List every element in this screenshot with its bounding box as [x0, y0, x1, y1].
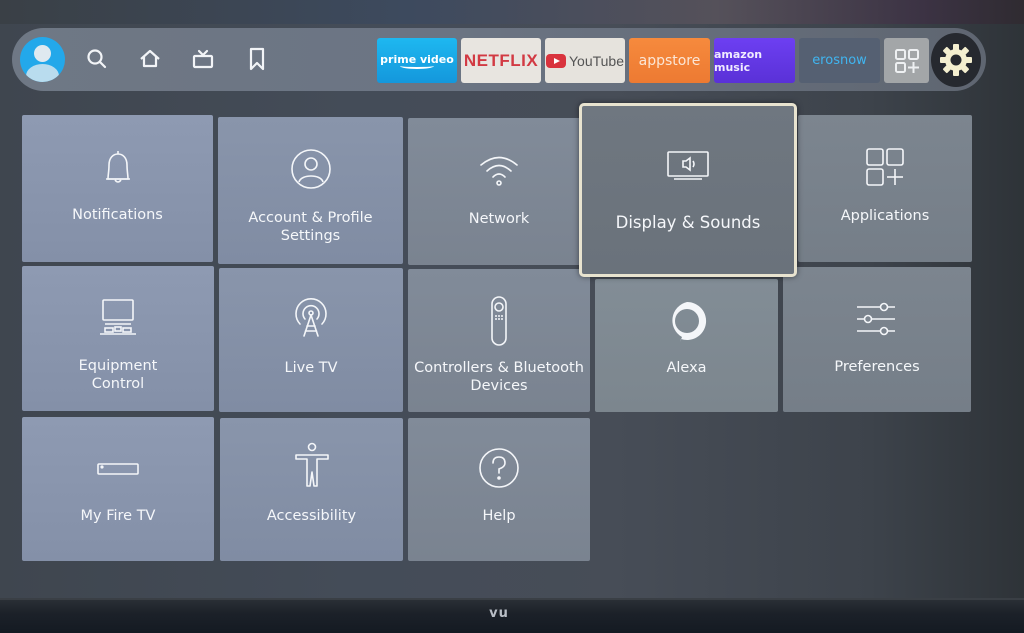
settings-tile-preferences[interactable]: Preferences	[783, 267, 971, 412]
tile-label: Controllers & Bluetooth Devices	[408, 359, 590, 395]
avatar-body	[26, 64, 59, 82]
live-tv-icon[interactable]	[190, 46, 216, 72]
app-erosnow[interactable]: erosnow	[799, 38, 880, 83]
tile-label-line2: Settings	[280, 228, 341, 244]
netflix-label: NETFLIX	[463, 50, 539, 70]
tile-label: My Fire TV	[80, 508, 156, 524]
youtube-label: YouTube	[568, 52, 624, 69]
bell-icon	[96, 145, 140, 189]
settings-tile-network[interactable]: Network	[408, 118, 590, 265]
sliders-icon	[855, 297, 899, 341]
help-icon	[477, 446, 521, 490]
tile-label: Live TV	[284, 360, 338, 376]
app-youtube[interactable]: YouTube	[545, 38, 625, 83]
tile-label: Alexa	[666, 360, 707, 376]
apps-grid-icon	[894, 48, 919, 73]
tv-speaker-icon	[663, 146, 713, 186]
tile-label-line2: Devices	[470, 378, 528, 394]
tile-label: Account & Profile Settings	[218, 209, 403, 245]
tile-label: Network	[468, 211, 530, 227]
tile-label: Display & Sounds	[615, 213, 761, 232]
app-prime-video[interactable]: prime video	[377, 38, 457, 83]
tile-label: Preferences	[834, 359, 920, 375]
user-circle-icon	[289, 147, 333, 191]
settings-tile-accessibility[interactable]: Accessibility	[220, 418, 403, 561]
avatar-head	[34, 45, 51, 62]
bookmark-icon[interactable]	[244, 46, 270, 72]
profile-avatar[interactable]	[20, 37, 65, 82]
app-appstore[interactable]: appstore	[629, 38, 710, 83]
settings-tile-controllers-bluetooth[interactable]: Controllers & Bluetooth Devices	[408, 269, 590, 412]
tile-label: Accessibility	[266, 508, 357, 524]
settings-tile-live-tv[interactable]: Live TV	[219, 268, 403, 412]
wifi-icon	[477, 148, 521, 192]
youtube-play-icon	[545, 53, 566, 68]
tile-label-line1: Account & Profile	[248, 210, 373, 226]
all-apps-button[interactable]	[884, 38, 929, 83]
settings-tile-alexa[interactable]: Alexa	[595, 279, 778, 412]
prime-smile-icon	[400, 63, 434, 69]
settings-tile-help[interactable]: Help	[408, 418, 590, 561]
gear-icon	[940, 44, 972, 76]
settings-button[interactable]	[931, 33, 981, 87]
tile-label: Equipment Control	[22, 357, 214, 393]
tile-label: Notifications	[72, 207, 163, 223]
tile-label-line1: Controllers & Bluetooth	[414, 360, 584, 376]
tile-label-line2: Control	[91, 376, 145, 392]
appstore-label: appstore	[638, 52, 701, 69]
screen-top-edge	[0, 0, 1024, 24]
search-icon[interactable]	[84, 46, 110, 72]
app-netflix[interactable]: NETFLIX	[461, 38, 541, 83]
tile-label-line1: Equipment	[78, 358, 158, 374]
settings-tile-account-profile[interactable]: Account & Profile Settings	[218, 117, 403, 264]
erosnow-label: erosnow	[812, 53, 867, 68]
settings-tile-display-sounds[interactable]: Display & Sounds	[579, 103, 797, 277]
settings-tile-equipment-control[interactable]: Equipment Control	[22, 266, 214, 411]
amazon-music-label: amazon music	[714, 47, 763, 74]
antenna-icon	[289, 296, 333, 340]
settings-tile-my-fire-tv[interactable]: My Fire TV	[22, 417, 214, 561]
remote-icon	[477, 295, 521, 347]
tile-label: Help	[482, 508, 516, 524]
accessibility-icon	[290, 440, 334, 490]
app-amazon-music[interactable]: amazon music	[714, 38, 795, 83]
tv-brand-logo: vu	[489, 606, 509, 621]
settings-tile-notifications[interactable]: Notifications	[22, 115, 213, 262]
tile-label: Applications	[840, 208, 930, 224]
settings-tile-applications[interactable]: Applications	[798, 115, 972, 262]
apps-add-icon	[863, 145, 907, 189]
fire-stick-icon	[96, 447, 140, 491]
home-icon[interactable]	[137, 46, 163, 72]
alexa-icon	[665, 299, 709, 343]
equipment-icon	[96, 296, 140, 340]
